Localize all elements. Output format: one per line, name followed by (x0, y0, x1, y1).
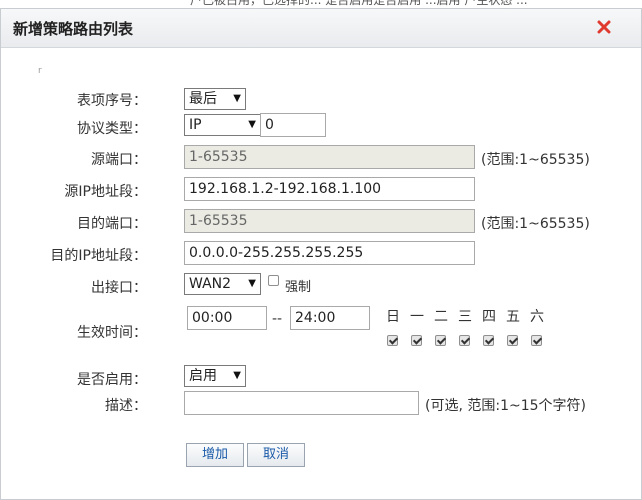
dialog-title: 新增策略路由列表 (13, 20, 134, 38)
day-label-wed: 三 (458, 309, 472, 325)
src-ip-label: 源IP地址段： (64, 184, 147, 200)
protocol-number-input[interactable]: 0 (260, 113, 326, 137)
day-label-sun: 日 (386, 309, 400, 325)
chevron-down-icon: ▼ (233, 370, 241, 381)
index-label: 表项序号： (77, 93, 147, 109)
day-label-thu: 四 (482, 309, 496, 325)
dst-port-label: 目的端口： (77, 216, 147, 232)
time-separator: -- (272, 311, 283, 327)
protocol-select[interactable]: IP ▼ (184, 114, 261, 136)
description-hint: (可选, 范围:1~15个字符) (425, 398, 586, 414)
chevron-down-icon: ▼ (233, 93, 241, 104)
index-select-value: 最后 (189, 91, 217, 107)
day-label-fri: 五 (506, 309, 520, 325)
protocol-label: 协议类型： (77, 121, 147, 137)
src-port-hint: (范围:1~65535) (481, 152, 590, 168)
cancel-button[interactable]: 取消 (247, 443, 305, 467)
force-checkbox[interactable] (268, 275, 279, 286)
day-label-mon: 一 (410, 309, 424, 325)
src-port-label: 源端口： (91, 152, 147, 168)
chevron-down-icon: ▼ (248, 278, 256, 289)
out-interface-select[interactable]: WAN2 ▼ (184, 273, 261, 295)
day-checkbox-wed[interactable] (459, 335, 470, 346)
day-checkbox-sun[interactable] (387, 335, 398, 346)
dst-ip-label: 目的IP地址段： (50, 248, 147, 264)
day-checkbox-mon[interactable] (411, 335, 422, 346)
dst-port-hint: (范围:1~65535) (481, 216, 590, 232)
time-start-input[interactable]: 00:00 (187, 306, 267, 330)
marker-glyph: r (38, 66, 42, 76)
chevron-down-icon: ▼ (248, 119, 256, 130)
protocol-select-value: IP (189, 117, 202, 133)
description-input[interactable] (184, 391, 419, 415)
day-label-tue: 二 (434, 309, 448, 325)
dst-ip-input[interactable]: 0.0.0.0-255.255.255.255 (184, 241, 475, 265)
day-checkbox-fri[interactable] (507, 335, 518, 346)
out-interface-select-value: WAN2 (189, 276, 232, 292)
day-checkbox-sat[interactable] (531, 335, 542, 346)
enabled-label: 是否启用： (77, 372, 147, 388)
day-label-sat: 六 (530, 309, 544, 325)
day-checkbox-tue[interactable] (435, 335, 446, 346)
force-label: 强制 (285, 280, 312, 295)
src-ip-input[interactable]: 192.168.1.2-192.168.1.100 (184, 177, 475, 201)
time-end-input[interactable]: 24:00 (290, 306, 370, 330)
time-label: 生效时间： (77, 325, 147, 341)
dst-port-input[interactable]: 1-65535 (184, 209, 475, 233)
close-icon[interactable] (597, 20, 611, 34)
background-strip: 户已被占用，已选择的... 是否启用是否启用 ...启用 户主状态 ... (0, 0, 642, 8)
out-interface-label: 出接口： (91, 280, 147, 296)
add-policy-route-dialog: 新增策略路由列表 r 表项序号： 最后 ▼ 协议类型： IP ▼ 0 源端口： 1-… (0, 8, 642, 500)
index-select[interactable]: 最后 ▼ (184, 88, 246, 110)
day-checkbox-thu[interactable] (483, 335, 494, 346)
background-text: 户已被占用，已选择的... 是否启用是否启用 ...启用 户主状态 ... (190, 0, 528, 7)
src-port-input[interactable]: 1-65535 (184, 145, 475, 169)
add-button[interactable]: 增加 (186, 443, 244, 467)
enabled-select[interactable]: 启用 ▼ (184, 365, 246, 387)
description-label: 描述： (105, 398, 147, 414)
enabled-select-value: 启用 (189, 368, 217, 384)
dialog-header: 新增策略路由列表 (1, 9, 641, 48)
